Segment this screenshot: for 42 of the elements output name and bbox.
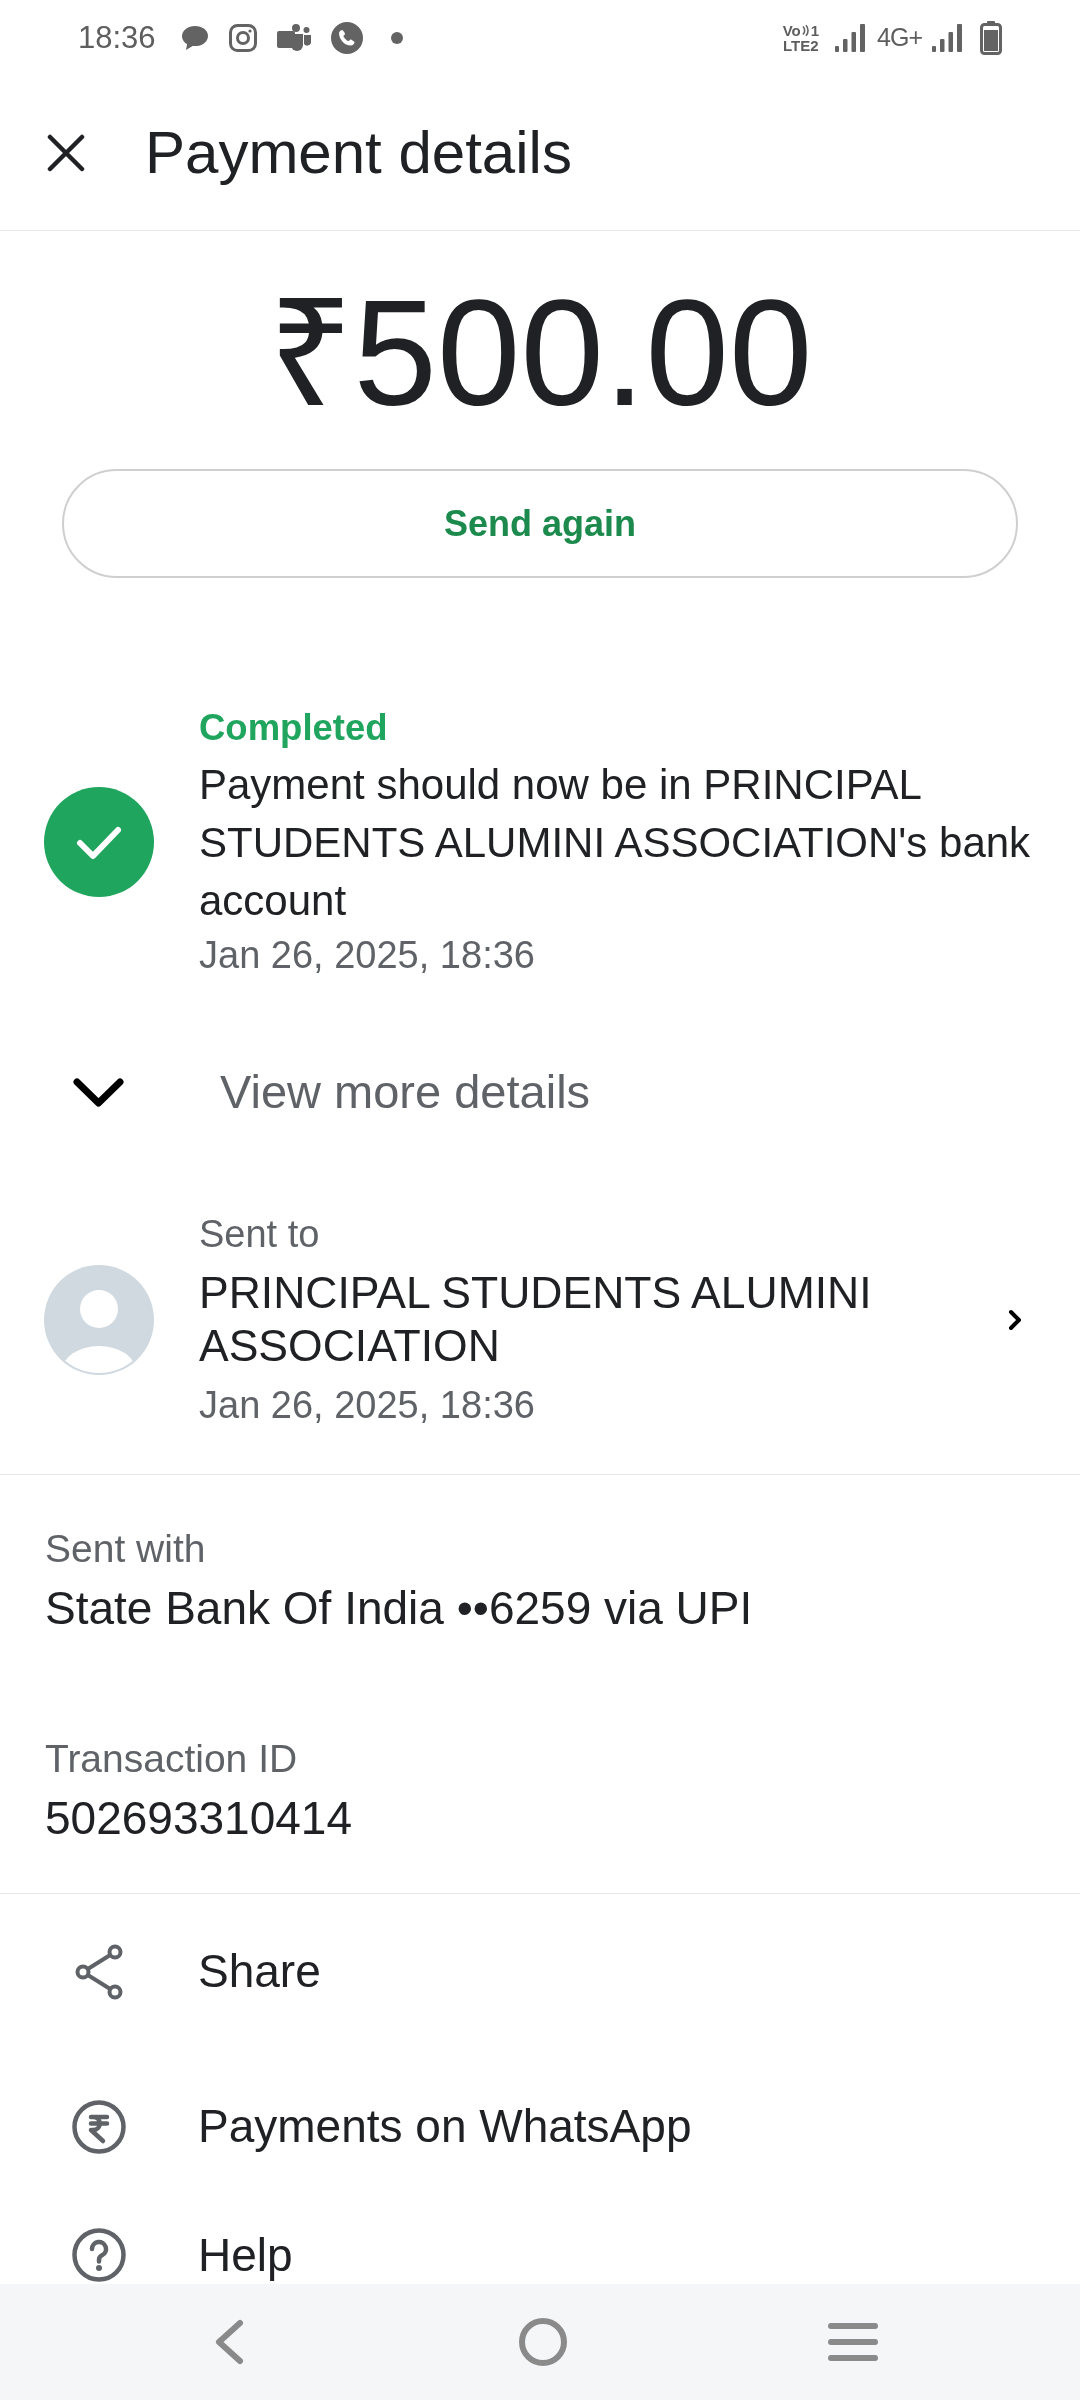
back-icon[interactable] (213, 2319, 245, 2365)
status-timestamp: Jan 26, 2025, 18:36 (199, 933, 536, 978)
network-type-label: 4G+ (877, 25, 922, 50)
camera-icon (228, 23, 257, 52)
help-icon[interactable] (72, 2228, 126, 2282)
chat-bubble-icon (180, 24, 209, 51)
battery-icon (980, 20, 1002, 55)
people-tile-icon (276, 22, 311, 53)
check-circle-icon (44, 786, 154, 897)
home-icon[interactable] (519, 2318, 567, 2366)
lte-label: LTE2 (783, 37, 819, 53)
status-time: 18:36 (78, 22, 156, 53)
signal-icon (932, 23, 962, 52)
action-list-item[interactable]: Share (0, 1894, 1080, 2049)
recipient-label: Sent to (199, 1212, 321, 1257)
amount-value: ₹500.00 (266, 278, 814, 428)
signal-wave-icon (801, 23, 810, 37)
phone-icon (330, 21, 363, 54)
view-more-details-toggle[interactable]: View more details (0, 1052, 597, 1132)
detail-label: Transaction ID (45, 1736, 299, 1782)
menu-icon[interactable] (828, 2323, 878, 2361)
sim-slot-label: 1 (810, 22, 820, 38)
chevron-down-icon[interactable] (72, 1076, 125, 1108)
volte-label: Vo (782, 22, 801, 38)
detail-value: State Bank Of India ••6259 via UPI (45, 1581, 754, 1636)
share-icon[interactable] (74, 1943, 124, 2000)
recipient-name: PRINCIPAL STUDENTS ALUMINI ASSOCIATION (199, 1267, 873, 1372)
detail-label: Sent with (45, 1526, 207, 1572)
send-again-button[interactable]: Send again (62, 469, 1018, 578)
recipient-timestamp: Jan 26, 2025, 18:36 (199, 1383, 536, 1428)
action-list-item[interactable]: Payments on WhatsApp (0, 2049, 1080, 2204)
action-list-item[interactable]: Help (0, 2204, 1080, 2283)
notification-dot-icon (390, 31, 403, 44)
status-label: Completed (199, 706, 389, 750)
signal-icon (835, 23, 866, 52)
detail-value: 502693310414 (45, 1791, 353, 1846)
close-icon[interactable] (47, 133, 85, 172)
rupee-coin-icon[interactable] (72, 2099, 126, 2154)
status-message: Payment should now be in PRINCIPAL STUDENTS ALUMINI ASSOCIATION's bank account (199, 760, 1032, 926)
avatar-icon (44, 1265, 154, 1375)
page-title: Payment details (145, 122, 572, 183)
chevron-right-icon[interactable] (1008, 1309, 1022, 1331)
